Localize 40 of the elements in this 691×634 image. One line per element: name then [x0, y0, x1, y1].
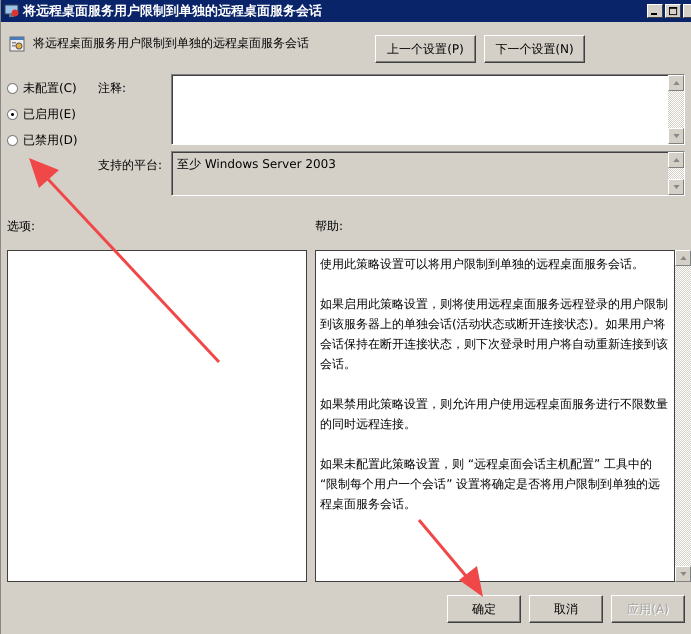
- scroll-down-button[interactable]: [675, 566, 691, 582]
- platform-label: 支持的平台:: [98, 157, 164, 174]
- up-arrow-icon: [672, 158, 680, 162]
- dialog-button[interactable]: 确定: [447, 595, 521, 623]
- computer-icon: [4, 3, 20, 19]
- help-paragraph: 如果未配置此策略设置，则 “远程桌面会话主机配置” 工具中的 “限制每个用户一个会话” 设置将确定是否将用户限制到单独的远程桌面服务会话。: [320, 456, 662, 513]
- minimize-button[interactable]: [647, 4, 663, 18]
- help-paragraph: 如果启用此策略设置，则将使用远程桌面服务远程登录的用户限制到该服务器上的单独会话(活动状态或断开连接状态)。如果用户将会话保持在断开连接状态，则下次登录时用户将自动重新连接到该会话。: [320, 296, 669, 373]
- radio-button[interactable]: [7, 135, 18, 146]
- radio-label[interactable]: 未配置(C): [23, 80, 77, 97]
- help-paragraph: 如果禁用此策略设置，则允许用户使用远程桌面服务进行不限数量的同时远程连接。: [320, 396, 669, 433]
- radio-label[interactable]: 已禁用(D): [23, 132, 78, 149]
- help-label: 帮助:: [315, 218, 344, 234]
- maximize-icon: [668, 6, 678, 16]
- dialog-button[interactable]: 取消: [529, 595, 603, 623]
- settings-page-icon: [9, 36, 25, 52]
- help-paragraph: 使用此策略设置可以将用户限制到单独的远程桌面服务会话。: [320, 256, 645, 273]
- radio-button[interactable]: [7, 83, 18, 94]
- policy-title: 将远程桌面服务用户限制到单独的远程桌面服务会话: [33, 35, 309, 52]
- comment-label: 注释:: [98, 80, 128, 97]
- scroll-up-button[interactable]: [668, 75, 684, 91]
- maximize-button[interactable]: [665, 4, 681, 18]
- up-arrow-icon: [680, 256, 686, 260]
- minimize-icon: [651, 13, 657, 15]
- scroll-down-button[interactable]: [668, 179, 684, 195]
- options-label: 选项:: [7, 218, 36, 234]
- platform-value: 至少 Windows Server 2003: [176, 156, 337, 173]
- down-arrow-icon: [672, 185, 680, 189]
- down-arrow-icon: [672, 134, 680, 138]
- nav-button[interactable]: 上一个设置(P): [375, 35, 476, 63]
- window-title: 将远程桌面服务用户限制到单独的远程桌面服务会话: [23, 2, 323, 20]
- radio-button[interactable]: [7, 109, 18, 120]
- scroll-up-button[interactable]: [675, 250, 691, 266]
- nav-button[interactable]: 下一个设置(N): [484, 35, 585, 63]
- scroll-down-button[interactable]: [668, 128, 684, 144]
- radio-label[interactable]: 已启用(E): [23, 106, 76, 123]
- down-arrow-icon: [680, 572, 686, 576]
- scroll-up-button[interactable]: [668, 152, 684, 168]
- comment-field[interactable]: [171, 74, 685, 145]
- up-arrow-icon: [672, 81, 680, 85]
